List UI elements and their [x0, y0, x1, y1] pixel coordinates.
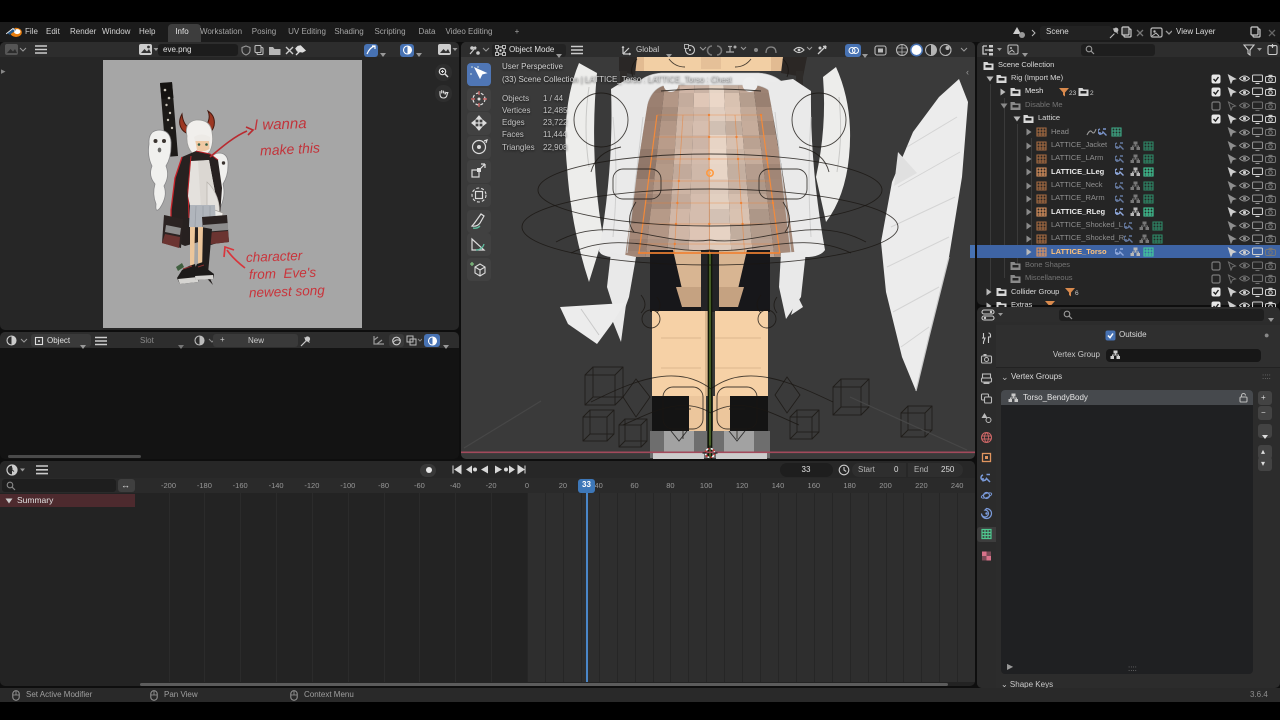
svg-text:‹: ‹ [966, 67, 969, 77]
